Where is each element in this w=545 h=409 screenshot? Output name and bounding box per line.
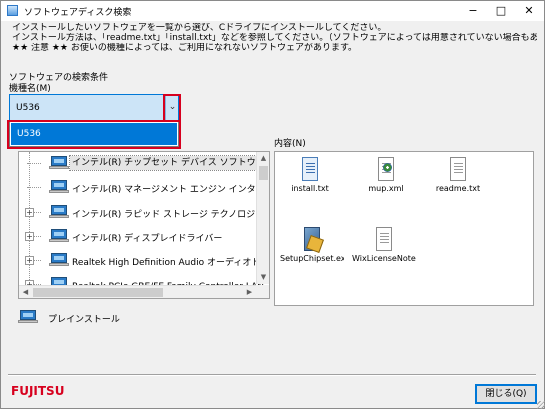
close-button[interactable]: 閉じる(Q) [475, 384, 537, 404]
tree-vertical-scrollbar[interactable]: ▲ ▼ [256, 152, 269, 284]
window-title: ソフトウェアディスク検索 [24, 8, 132, 18]
tree-item[interactable]: + Realtek High Definition Audio オーディオドライ… [19, 249, 269, 271]
computer-icon [49, 180, 69, 194]
scroll-up-icon[interactable]: ▲ [257, 152, 269, 165]
software-tree[interactable]: インテル(R) チップセット デバイス ソフトウェア インテル(R) マネージメ… [18, 151, 270, 299]
tree-item-label: Realtek High Definition Audio オーディオドライバ [72, 258, 270, 268]
highlight-box-dropdown-item [7, 120, 181, 149]
file-name: mup.xml [368, 184, 404, 193]
software-disc-search-window: ソフトウェアディスク検索 − □ ✕ インストールしたいソフトウェアを一覧から選… [0, 0, 545, 409]
tree-item-label: インテル(R) ディスプレイドライバー [72, 234, 223, 244]
app-icon [7, 5, 18, 16]
scroll-right-icon[interactable]: ▶ [243, 286, 256, 298]
file-item[interactable]: readme.txt [426, 157, 490, 207]
text-file-icon [450, 157, 466, 181]
highlight-box-dropdown-button [163, 94, 181, 122]
file-item[interactable]: WixLicenseNote.t... [352, 227, 416, 277]
computer-icon [49, 156, 69, 170]
file-item[interactable]: SetupChipset.exe [280, 227, 344, 277]
tree-item-label: インテル(R) マネージメント エンジン インターフェイス [72, 185, 269, 195]
tree-item[interactable]: インテル(R) チップセット デバイス ソフトウェア [19, 152, 269, 174]
tree-item[interactable]: + インテル(R) ディスプレイドライバー [19, 225, 257, 247]
scrollbar-thumb[interactable] [33, 288, 163, 297]
file-name: SetupChipset.exe [280, 254, 344, 263]
maximize-button[interactable]: □ [487, 1, 515, 21]
preinstall-label: プレインストール [48, 315, 120, 325]
expand-icon[interactable]: + [25, 232, 34, 241]
model-label: 機種名(M) [9, 84, 51, 94]
file-item[interactable]: install.txt [278, 157, 342, 207]
file-name: install.txt [291, 184, 329, 193]
xml-file-icon [378, 157, 394, 181]
divider [8, 374, 536, 376]
fujitsu-logo: FUJITSU [11, 384, 65, 398]
scrollbar-thumb[interactable] [259, 166, 268, 180]
minimize-button[interactable]: − [459, 1, 487, 21]
instructions: インストールしたいソフトウェアを一覧から選び、Cドライブにインストールしてくださ… [12, 23, 537, 53]
computer-icon [18, 310, 38, 324]
tree-item-label: インテル(R) ラピッド ストレージ テクノロジー [72, 210, 265, 220]
content-label: 内容(N) [274, 139, 306, 149]
tree-item[interactable]: + インテル(R) ラピッド ストレージ テクノロジー [19, 201, 264, 223]
file-item[interactable]: mup.xml [354, 157, 418, 207]
expand-icon[interactable]: + [25, 256, 34, 265]
resize-grip-icon[interactable] [537, 401, 545, 409]
tree-item[interactable]: インテル(R) マネージメント エンジン インターフェイス [19, 176, 269, 198]
model-combobox[interactable]: U536 [9, 94, 179, 121]
file-name: readme.txt [435, 184, 481, 193]
title-bar[interactable]: ソフトウェアディスク検索 − □ ✕ [1, 1, 544, 21]
content-file-list[interactable]: install.txt mup.xml readme.txt SetupChip… [274, 151, 534, 306]
instruction-line: インストールしたいソフトウェアを一覧から選び、Cドライブにインストールしてくださ… [12, 23, 387, 33]
computer-icon [49, 229, 69, 243]
tree-horizontal-scrollbar[interactable]: ◀ ▶ [19, 285, 256, 298]
file-name: WixLicenseNote.t... [352, 254, 416, 263]
scroll-down-icon[interactable]: ▼ [257, 271, 269, 284]
tree-item-label: インテル(R) チップセット デバイス ソフトウェア [69, 155, 269, 171]
close-window-button[interactable]: ✕ [515, 1, 543, 21]
computer-icon [49, 253, 69, 267]
scroll-left-icon[interactable]: ◀ [19, 286, 32, 298]
instruction-line: インストール方法は、「readme.txt」「install.txt」などを参照… [12, 33, 537, 43]
computer-icon [49, 205, 69, 219]
text-file-icon [302, 157, 318, 181]
model-selected-value: U536 [16, 103, 40, 113]
text-file-icon [376, 227, 392, 251]
expand-icon[interactable]: + [25, 208, 34, 217]
setup-exe-icon [304, 227, 320, 251]
warning-line: ★★ 注意 ★★ お使いの機種によっては、ご利用になれないソフトウェアがあります… [12, 43, 358, 53]
